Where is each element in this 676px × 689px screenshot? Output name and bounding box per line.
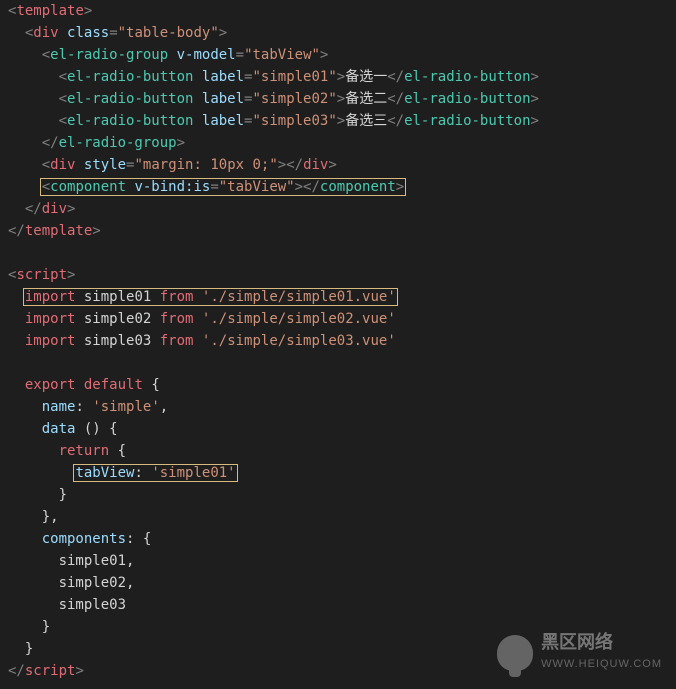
kw-export: export	[25, 377, 76, 393]
attr-class: class	[67, 25, 109, 41]
highlight-tabview-line: tabView: 'simple01'	[73, 464, 237, 482]
attr-v-model: v-model	[177, 47, 236, 63]
tag-script: script	[16, 267, 67, 283]
prop-components: components	[42, 531, 126, 547]
kw-default: default	[84, 377, 143, 393]
text-option1: 备选一	[345, 69, 387, 85]
attr-vbind-is: v-bind:is	[134, 179, 210, 195]
attr-style: style	[84, 157, 126, 173]
prop-name: name	[42, 399, 76, 415]
attr-label: label	[202, 69, 244, 85]
text-option3: 备选三	[345, 113, 387, 129]
prop-tabview: tabView	[75, 465, 134, 481]
tag-div: div	[33, 25, 58, 41]
tag-el-radio-group: el-radio-group	[50, 47, 168, 63]
text-option2: 备选二	[345, 91, 387, 107]
tag-template: template	[16, 3, 83, 19]
kw-import: import	[25, 289, 76, 305]
highlight-import-line: import simple01 from './simple/simple01.…	[23, 288, 398, 306]
tag-el-radio-button: el-radio-button	[67, 69, 193, 85]
kw-return: return	[59, 443, 110, 459]
highlight-component-line: <component v-bind:is="tabView"></compone…	[40, 178, 406, 196]
prop-data: data	[42, 421, 76, 437]
kw-from: from	[160, 289, 194, 305]
tag-component: component	[50, 179, 126, 195]
code-block: <template> <div class="table-body"> <el-…	[0, 0, 676, 682]
